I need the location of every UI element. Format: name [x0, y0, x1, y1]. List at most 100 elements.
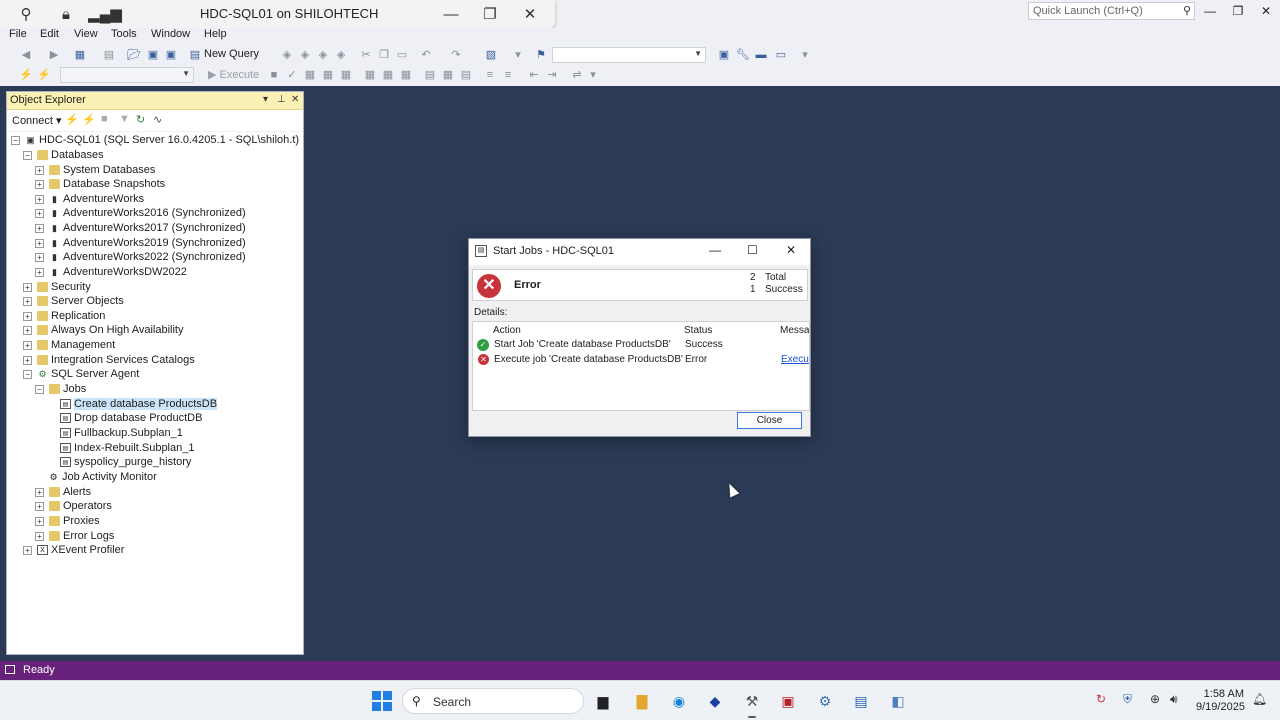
- dialog-close-icon[interactable]: ✕: [786, 243, 796, 257]
- volume-icon[interactable]: 🔊︎: [1170, 692, 1178, 707]
- column-header-message[interactable]: Messag: [780, 325, 809, 336]
- tree-node-error-logs[interactable]: + Error Logs: [35, 529, 114, 543]
- dropdown-icon[interactable]: ▾: [510, 47, 526, 63]
- refresh-icon[interactable]: ↻: [136, 113, 145, 126]
- app-restore-icon[interactable]: ❐: [1228, 4, 1248, 18]
- query-designer-icon[interactable]: ▦: [320, 67, 336, 83]
- tools-icon[interactable]: 🔧︎: [735, 47, 751, 63]
- comment-icon[interactable]: ≡: [482, 67, 498, 83]
- tree-node-operators[interactable]: + Operators: [35, 499, 112, 513]
- tree-node-db[interactable]: + Database Snapshots: [35, 177, 165, 191]
- live-stats-icon[interactable]: ▦: [398, 67, 414, 83]
- menu-edit[interactable]: Edit: [40, 28, 59, 40]
- close-button[interactable]: Close: [737, 412, 802, 429]
- tree-node-xevent-profiler[interactable]: + X XEvent Profiler: [23, 543, 124, 557]
- stop-object-icon[interactable]: ■: [101, 113, 108, 125]
- tree-node-databases[interactable]: − Databases: [23, 148, 104, 162]
- window-layout-icon[interactable]: ▭: [773, 47, 789, 63]
- undo-icon[interactable]: ↶: [418, 47, 434, 63]
- edge-icon[interactable]: ◉: [668, 690, 690, 712]
- close-panel-icon[interactable]: ✕: [291, 94, 299, 105]
- menu-file[interactable]: File: [9, 28, 27, 40]
- notifications-icon[interactable]: 🔔︎: [1252, 692, 1267, 706]
- column-header-status[interactable]: Status: [684, 325, 712, 336]
- results-text-icon[interactable]: ▤: [422, 67, 438, 83]
- taskbar-search[interactable]: ⚲ Search: [402, 688, 584, 714]
- visual-studio-icon[interactable]: ◆: [704, 690, 726, 712]
- disconnect-object-icon[interactable]: ⚡: [82, 113, 96, 126]
- paste-icon[interactable]: ▭: [394, 47, 410, 63]
- security-icon[interactable]: ⛨: [1123, 692, 1132, 707]
- forward-icon[interactable]: ▶: [46, 47, 62, 63]
- app-close-icon[interactable]: ✕: [1256, 4, 1276, 18]
- database-app-icon[interactable]: ◧: [887, 690, 909, 712]
- app-minimize-icon[interactable]: —: [1200, 4, 1220, 18]
- db-engine-query-icon[interactable]: ◈: [279, 47, 295, 63]
- quick-launch-input[interactable]: Quick Launch (Ctrl+Q) ⚲: [1028, 2, 1195, 20]
- disconnect-icon[interactable]: ⚡: [36, 67, 52, 83]
- analysis-query-icon[interactable]: ◈: [297, 47, 313, 63]
- activity-monitor-icon[interactable]: ▧: [483, 47, 499, 63]
- toolbar2-options-icon[interactable]: ▾: [585, 67, 601, 83]
- config-manager-icon[interactable]: ⚙: [814, 690, 836, 712]
- menu-help[interactable]: Help: [204, 28, 227, 40]
- sync-icon[interactable]: ↻: [1096, 692, 1106, 706]
- dax-query-icon[interactable]: ◈: [333, 47, 349, 63]
- tree-node-server-objects[interactable]: + Server Objects: [23, 294, 124, 308]
- signal-icon[interactable]: ▂▄▆: [88, 4, 122, 24]
- copy-icon[interactable]: ❐: [376, 47, 392, 63]
- solution-config-icon[interactable]: ⚑: [533, 47, 549, 63]
- tree-node-job[interactable]: ▤ Drop database ProductDB: [60, 411, 202, 425]
- back-icon[interactable]: ◀: [18, 47, 34, 63]
- menu-view[interactable]: View: [74, 28, 98, 40]
- solution-config-dropdown[interactable]: ▼: [552, 47, 706, 63]
- tree-node-proxies[interactable]: + Proxies: [35, 514, 100, 528]
- toolbox-icon[interactable]: ▬: [753, 47, 769, 63]
- filter-icon[interactable]: ▼: [119, 113, 130, 125]
- cut-icon[interactable]: ✂: [358, 47, 374, 63]
- tree-node-sql-server-agent[interactable]: − ⚙ SQL Server Agent: [23, 367, 139, 381]
- toolbar-options-icon[interactable]: ▾: [797, 47, 813, 63]
- server-manager-icon[interactable]: ▤: [850, 690, 872, 712]
- lock-icon[interactable]: 🔒︎: [55, 4, 77, 24]
- row-message-link[interactable]: Execut: [781, 354, 809, 365]
- tree-node-db[interactable]: + System Databases: [35, 163, 155, 177]
- tree-node-always-on[interactable]: + Always On High Availability: [23, 323, 183, 337]
- tree-node-db[interactable]: + ▮ AdventureWorks2016 (Synchronized): [35, 206, 246, 220]
- tree-node-alerts[interactable]: + Alerts: [35, 485, 91, 499]
- close-icon[interactable]: ✕: [519, 4, 541, 24]
- dialog-minimize-icon[interactable]: —: [709, 243, 721, 257]
- tree-node-job-activity-monitor[interactable]: ⚙ Job Activity Monitor: [48, 470, 156, 484]
- open-file-icon[interactable]: 📂︎: [126, 47, 142, 63]
- add-item-icon[interactable]: ▤: [101, 47, 117, 63]
- intellisense-icon[interactable]: ▦: [362, 67, 378, 83]
- redo-icon[interactable]: ↷: [448, 47, 464, 63]
- mdx-query-icon[interactable]: ◈: [315, 47, 331, 63]
- file-explorer-icon[interactable]: ▇: [631, 690, 653, 712]
- tree-node-job[interactable]: ▤ Create database ProductsDB: [60, 397, 218, 411]
- results-file-icon[interactable]: ▤: [458, 67, 474, 83]
- display-plan-icon[interactable]: ▦: [302, 67, 318, 83]
- include-plan-icon[interactable]: ▦: [380, 67, 396, 83]
- activity-monitor-icon[interactable]: ∿: [153, 113, 162, 126]
- specify-values-icon[interactable]: ⇌: [569, 67, 585, 83]
- tree-node-security[interactable]: + Security: [23, 280, 91, 294]
- tree-node-db[interactable]: + ▮ AdventureWorks: [35, 192, 144, 206]
- menu-window[interactable]: Window: [151, 28, 190, 40]
- pin-icon[interactable]: ⚲: [15, 4, 37, 24]
- dialog-maximize-icon[interactable]: ☐: [747, 243, 758, 257]
- tree-node-db[interactable]: + ▮ AdventureWorks2017 (Synchronized): [35, 221, 246, 235]
- outdent-icon[interactable]: ⇤: [526, 67, 542, 83]
- start-button[interactable]: [371, 690, 393, 712]
- stop-icon[interactable]: ■: [266, 67, 282, 83]
- connect-dropdown[interactable]: Connect ▾: [12, 114, 62, 127]
- restore-icon[interactable]: ❐: [479, 4, 501, 24]
- tree-node-job[interactable]: ▤ Index-Rebuilt.Subplan_1: [60, 441, 194, 455]
- tree-node-server[interactable]: − ▣ HDC-SQL01 (SQL Server 16.0.4205.1 - SQ…: [11, 133, 299, 147]
- results-grid-icon[interactable]: ▦: [440, 67, 456, 83]
- minimize-icon[interactable]: —: [440, 4, 462, 24]
- tree-node-db[interactable]: + ▮ AdventureWorks2022 (Synchronized): [35, 250, 246, 264]
- tree-node-management[interactable]: + Management: [23, 338, 115, 352]
- execute-button[interactable]: ▶ Execute: [208, 68, 259, 81]
- tree-node-db[interactable]: + ▮ AdventureWorks2019 (Synchronized): [35, 236, 246, 250]
